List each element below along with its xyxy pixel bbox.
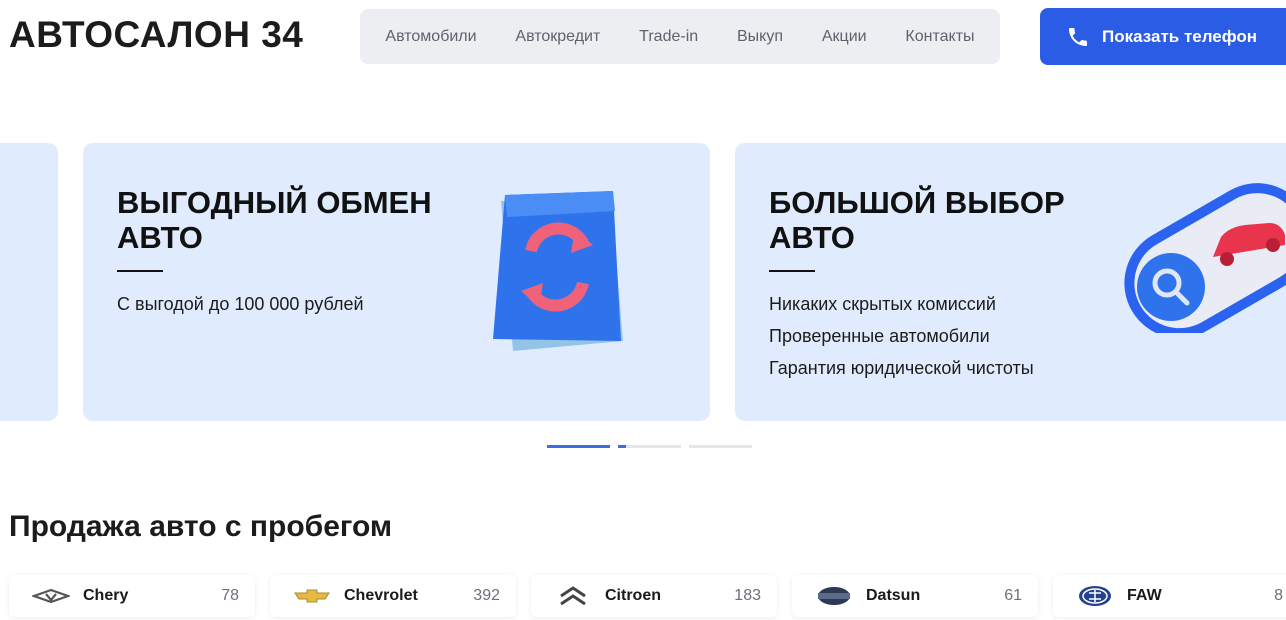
slide-text: С выгодой до 100 000 рублей: [117, 294, 364, 314]
car-search-toggle-icon: [1124, 183, 1286, 333]
slide-title: ВЫГОДНЫЙ ОБМЕН АВТО: [117, 185, 432, 255]
nav-item-trade-in[interactable]: Trade-in: [639, 28, 698, 46]
slider-dot[interactable]: [689, 445, 752, 448]
brand-count: 78: [221, 587, 239, 604]
brand-name: FAW: [1127, 587, 1162, 604]
title-underline: [769, 270, 815, 272]
slide-text: Гарантия юридической чистоты: [769, 358, 1034, 378]
nav-item-buyout[interactable]: Выкуп: [737, 28, 783, 46]
title-underline: [117, 270, 163, 272]
slide-trade-in[interactable]: ВЫГОДНЫЙ ОБМЕН АВТО С выгодой до 100 000…: [83, 143, 710, 421]
exchange-book-icon: [493, 191, 623, 351]
slide-text: Проверенные автомобили: [769, 326, 990, 346]
site-logo[interactable]: АВТОСАЛОН 34: [9, 14, 303, 56]
section-title: Продажа авто с пробегом: [9, 510, 393, 543]
main-nav: Автомобили Автокредит Trade-in Выкуп Акц…: [360, 9, 1000, 64]
brand-card-citroen[interactable]: Citroen 183: [531, 575, 777, 617]
brand-card-faw[interactable]: FAW 8: [1053, 575, 1286, 617]
phone-icon: [1069, 27, 1087, 46]
datsun-logo-icon: [814, 584, 854, 608]
brand-count: 8: [1274, 587, 1283, 604]
chery-logo-icon: [31, 584, 71, 608]
show-phone-label: Показать телефон: [1102, 26, 1258, 46]
show-phone-button[interactable]: Показать телефон: [1040, 8, 1286, 65]
citroen-logo-icon: [553, 584, 593, 608]
faw-logo-icon: [1075, 584, 1115, 608]
brand-name: Datsun: [866, 587, 921, 604]
brand-count: 183: [734, 587, 761, 604]
brand-name: Chery: [83, 587, 129, 604]
slide-wide-choice[interactable]: БОЛЬШОЙ ВЫБОР АВТО Никаких скрытых комис…: [735, 143, 1286, 421]
brand-list: Chery 78 Chevrolet 392 Citroen 183 Datsu…: [9, 575, 1286, 617]
brand-count: 61: [1004, 587, 1022, 604]
nav-item-credit[interactable]: Автокредит: [515, 28, 600, 46]
slider-pagination: [547, 445, 752, 448]
brand-card-chevrolet[interactable]: Chevrolet 392: [270, 575, 516, 617]
slide-title: БОЛЬШОЙ ВЫБОР АВТО: [769, 185, 1065, 255]
nav-item-promotions[interactable]: Акции: [822, 28, 867, 46]
chevrolet-logo-icon: [292, 584, 332, 608]
brand-name: Citroen: [605, 587, 661, 604]
brand-card-datsun[interactable]: Datsun 61: [792, 575, 1038, 617]
nav-item-contacts[interactable]: Контакты: [905, 28, 974, 46]
nav-item-cars[interactable]: Автомобили: [385, 28, 476, 46]
brand-name: Chevrolet: [344, 587, 418, 604]
slide-text: Никаких скрытых комиссий: [769, 294, 996, 314]
brand-card-chery[interactable]: Chery 78: [9, 575, 255, 617]
slider-dot-active[interactable]: [547, 445, 610, 448]
brand-count: 392: [473, 587, 500, 604]
slide-previous-peek[interactable]: [0, 143, 58, 421]
slider-dot[interactable]: [618, 445, 681, 448]
